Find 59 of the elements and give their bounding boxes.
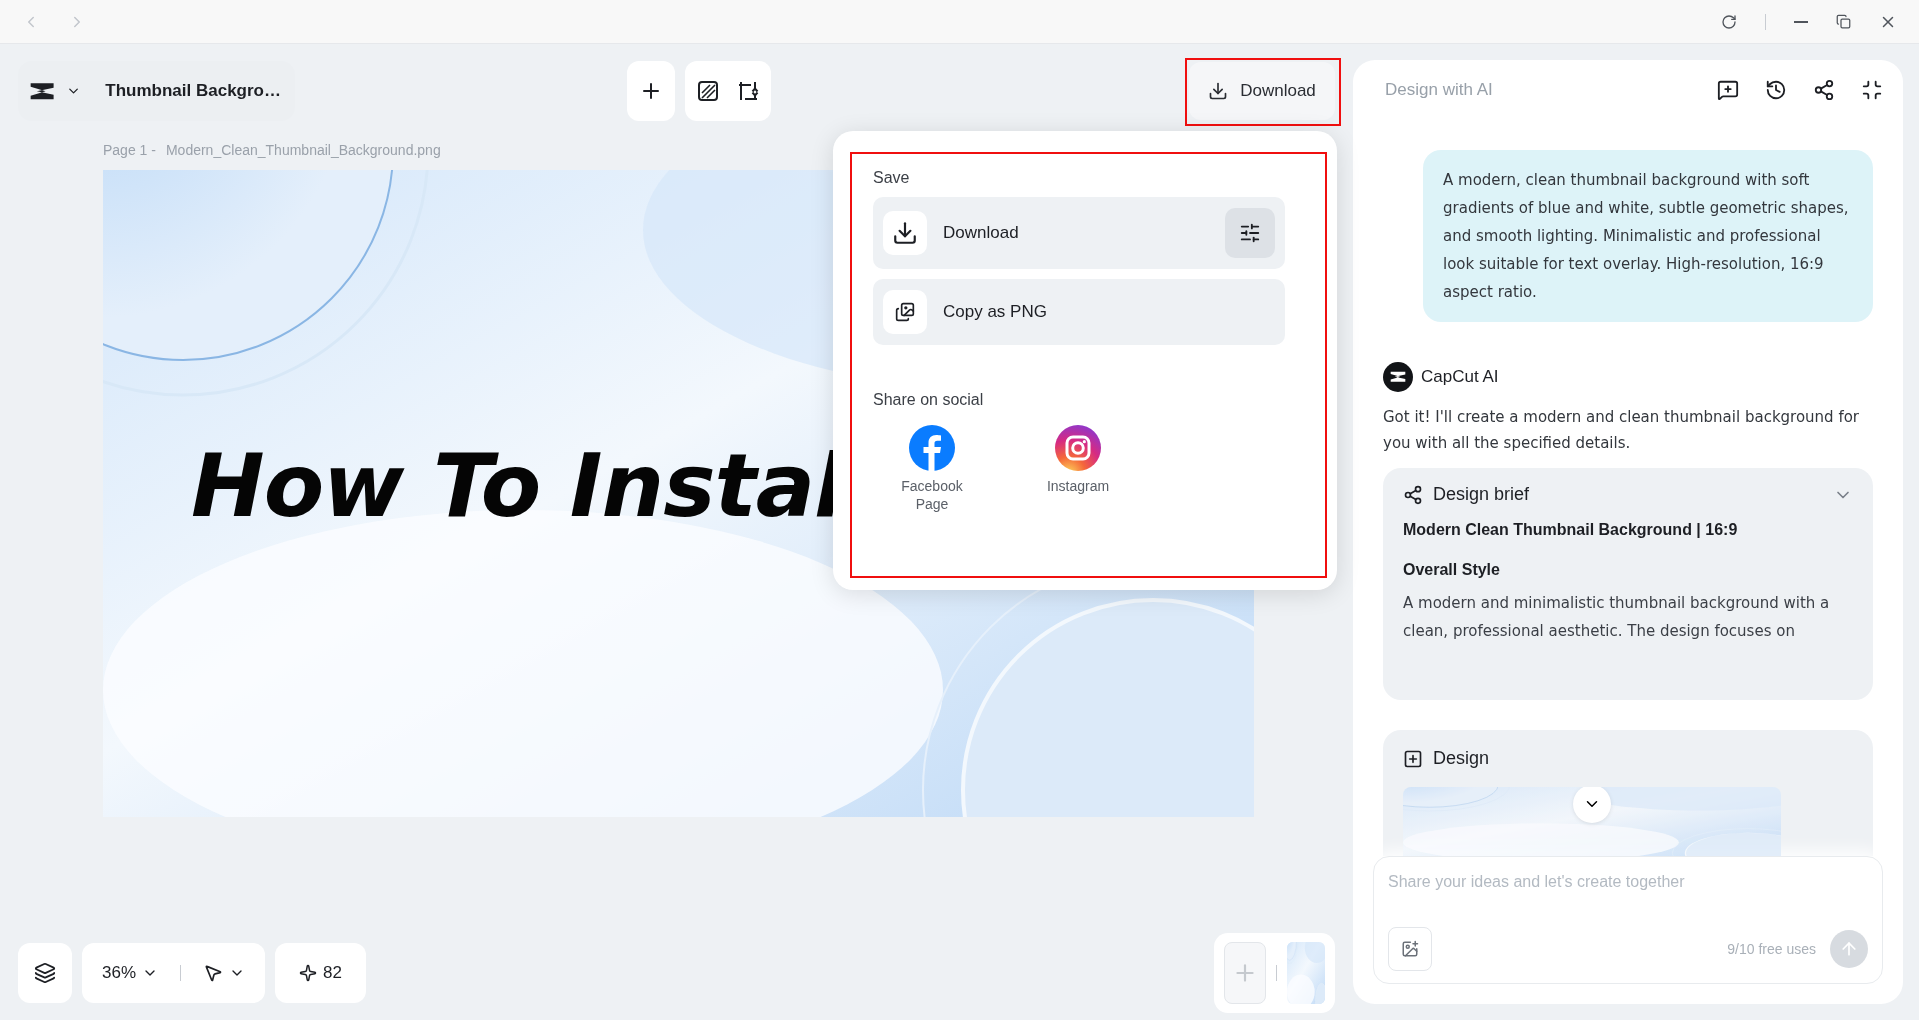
background-button[interactable] [697,80,719,102]
share-icon [1813,79,1835,101]
user-message: A modern, clean thumbnail background with soft gradients of blue and white, subtle geometric shapes, and smooth lighting. Minimalistic and professional look suitable for text overlay. High-resolution, 16:9 aspect ratio. [1423,150,1873,322]
sliders-icon [1239,222,1261,244]
share-button[interactable]: Facebook Page [873,425,991,513]
file-name: Modern_Clean_Thumbnail_Background.png [165,142,441,158]
instagram-icon [1055,425,1101,471]
facebook-icon [909,425,955,471]
assistant-message: Got it! I'll create a modern and clean thumbnail background for you with all the specified details. [1383,407,1861,454]
headline-text: How To Instal [191,434,844,537]
page-thumbnail[interactable] [1287,942,1325,1004]
design-icon [1403,748,1423,769]
sparkle-icon [299,964,318,982]
images-icon [895,302,915,322]
assistant-name: CapCut AI [1421,367,1499,387]
new-chat-icon [1717,79,1739,101]
history-icon [1765,79,1787,101]
hatched-square-icon [697,80,719,102]
layers-button[interactable] [34,962,56,984]
credits-button[interactable]: 82 [299,963,342,983]
section-heading: Overall Style [1403,561,1501,579]
resize-button[interactable] [737,80,759,102]
save-heading: Save [873,169,911,187]
nodes-icon [1403,484,1423,505]
resize-icon [737,80,759,102]
add-image-button[interactable] [1388,927,1432,971]
panel-title: Design with AI [1385,80,1493,100]
refresh-icon [1721,13,1737,30]
card-title: Design brief [1433,484,1531,505]
menu-item[interactable]: Download [873,197,1285,269]
zoom-dropdown[interactable]: 36% [102,963,159,983]
add-image-icon [1401,940,1419,958]
restore-icon [1836,14,1851,29]
card-title: Design [1433,748,1491,769]
menu-item[interactable]: Copy as PNG [873,279,1285,345]
export-settings-button[interactable] [1225,208,1275,258]
refresh-button[interactable] [1721,13,1737,30]
minimize-button[interactable] [1794,20,1808,23]
collapse-button[interactable] [1861,79,1883,101]
collapse-icon [1861,79,1883,101]
new-chat-button[interactable] [1717,79,1739,101]
brief-text: A modern and minimalistic thumbnail background with a clean, professional aesthetic. The design focuses on [1403,593,1831,642]
share-button[interactable] [1813,79,1835,101]
restore-button[interactable] [1836,14,1851,29]
share-heading: Share on social [873,391,985,409]
history-button[interactable] [1765,79,1787,101]
download-button[interactable]: Download [1189,62,1335,120]
pointer-icon [203,963,224,983]
download-icon [1208,81,1229,101]
logo-icon [1389,370,1407,384]
minimize-icon [1794,20,1808,23]
usage-count: 9/10 free uses [1727,941,1816,957]
share-button[interactable]: Instagram [1019,425,1137,513]
document-title[interactable]: Thumbnail Backgro… [105,81,281,101]
brief-heading: Modern Clean Thumbnail Background | 16:9 [1403,521,1739,539]
page-label: Page 1 - [103,142,156,158]
download-icon [892,220,918,246]
layers-icon [34,962,56,984]
prompt-input[interactable]: Share your ideas and let's create together [1388,873,1868,891]
